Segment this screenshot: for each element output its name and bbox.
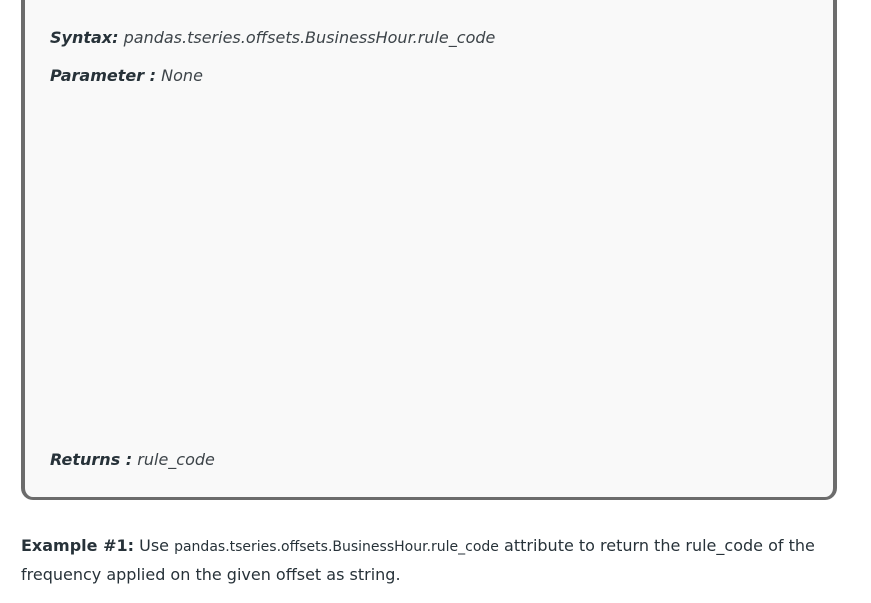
parameter-line: Parameter : None <box>50 66 203 86</box>
example-text-before: Use <box>139 536 169 555</box>
syntax-box: Syntax: pandas.tseries.offsets.BusinessH… <box>21 0 837 500</box>
syntax-line: Syntax: pandas.tseries.offsets.BusinessH… <box>50 28 495 48</box>
returns-label: Returns : <box>50 450 133 469</box>
example-code: pandas.tseries.offsets.BusinessHour.rule… <box>174 539 499 555</box>
example-paragraph: Example #1: Use pandas.tseries.offsets.B… <box>21 532 841 589</box>
parameter-label: Parameter : <box>50 66 157 85</box>
example-label: Example #1: <box>21 536 135 555</box>
syntax-value: pandas.tseries.offsets.BusinessHour.rule… <box>123 28 496 47</box>
syntax-label: Syntax: <box>50 28 119 47</box>
returns-line: Returns : rule_code <box>50 450 215 470</box>
returns-value: rule_code <box>137 450 215 469</box>
parameter-value: None <box>161 66 203 85</box>
